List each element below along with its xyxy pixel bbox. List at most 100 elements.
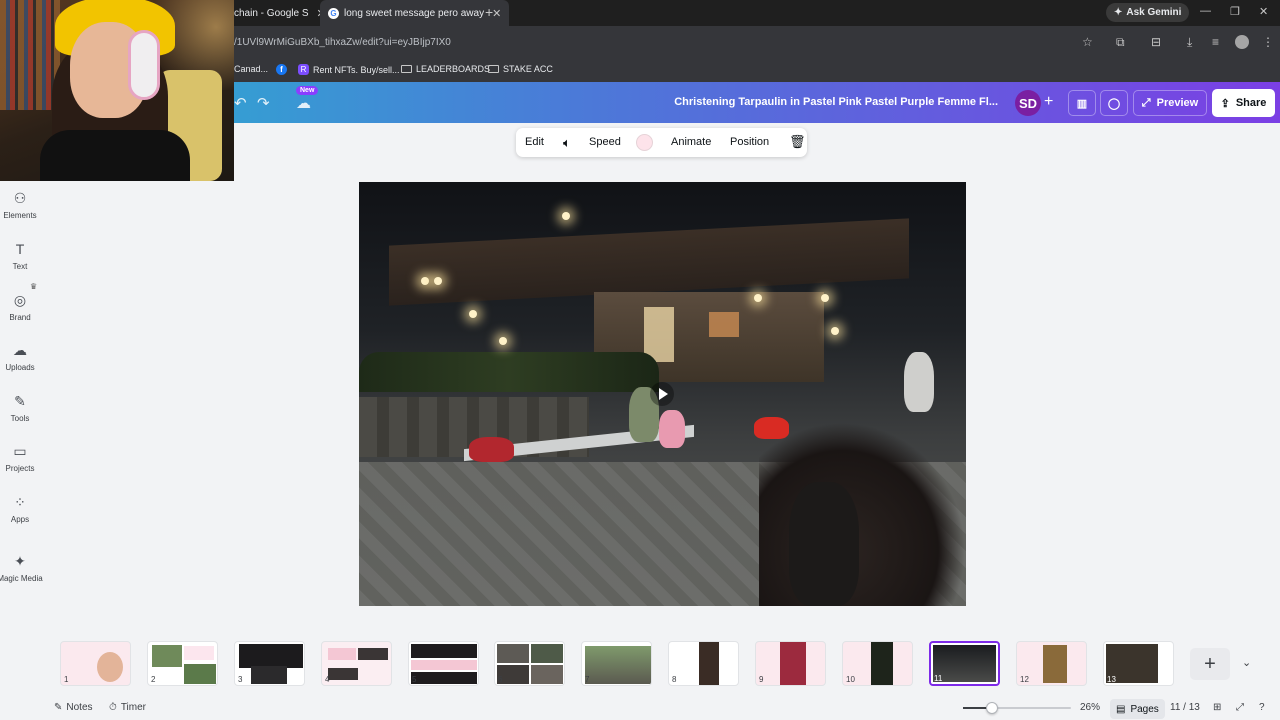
page-thumbnail[interactable]: 6 bbox=[494, 641, 565, 686]
page-thumbnail[interactable]: 9 bbox=[755, 641, 826, 686]
sidebar-item-magic-media[interactable]: ✦ Magic Media bbox=[0, 553, 44, 583]
page-thumbnail[interactable]: 2 bbox=[147, 641, 218, 686]
timer-label: Timer bbox=[120, 702, 146, 713]
uploads-icon: ☁ bbox=[13, 342, 27, 358]
page-number: 4 bbox=[325, 675, 330, 684]
position-button[interactable]: Position bbox=[730, 136, 769, 148]
page-number: 11 bbox=[934, 674, 943, 683]
insights-button[interactable]: ▥ bbox=[1068, 90, 1096, 116]
bookmark-folder[interactable]: STAKE ACC bbox=[488, 64, 553, 74]
folder-icon bbox=[401, 65, 412, 73]
bookmark-folder[interactable]: LEADERBOARDS bbox=[401, 64, 490, 74]
speaker-icon[interactable]: 🔈︎ bbox=[563, 135, 571, 151]
restore-icon[interactable]: ❐ bbox=[1230, 5, 1240, 18]
element-toolbar: Edit 🔈︎ Speed Animate Position 🗑︎ bbox=[516, 128, 807, 157]
video-red-boxes bbox=[754, 417, 789, 439]
pages-button[interactable]: ▤ Pages bbox=[1110, 699, 1165, 719]
page-thumbnail-active[interactable]: 11 bbox=[929, 641, 1000, 686]
profile-icon[interactable] bbox=[1235, 35, 1249, 49]
tab-title: chain - Google S bbox=[234, 7, 309, 19]
menu-icon[interactable]: ⋮ bbox=[1262, 35, 1274, 49]
notes-button[interactable]: ✎ Notes bbox=[54, 702, 93, 713]
page-thumbnail[interactable]: 4 bbox=[321, 641, 392, 686]
sidebar-item-uploads[interactable]: ☁ Uploads bbox=[0, 342, 40, 372]
user-avatar[interactable]: SD bbox=[1015, 90, 1041, 116]
play-button[interactable] bbox=[650, 382, 674, 406]
extension-icon[interactable]: ⧉ bbox=[1116, 35, 1125, 50]
thumb-content bbox=[328, 668, 358, 680]
page-thumbnail[interactable]: 10 bbox=[842, 641, 913, 686]
url-field[interactable]: /1UVl9WrMiGuBXb_tihxaZw/edit?ui=eyJBIjp7… bbox=[234, 37, 451, 48]
close-window-icon[interactable]: ✕ bbox=[1259, 5, 1268, 18]
page-thumbnail[interactable]: 7 bbox=[581, 641, 652, 686]
sidebar-item-text[interactable]: T Text bbox=[0, 241, 40, 271]
thumb-content bbox=[411, 660, 477, 670]
webcam-shirt bbox=[40, 130, 190, 181]
tab-search-icon[interactable]: ⊟ bbox=[1151, 35, 1161, 49]
bookmark-facebook[interactable]: f bbox=[276, 64, 287, 75]
color-swatch[interactable] bbox=[636, 134, 653, 151]
edit-button[interactable]: Edit bbox=[525, 136, 544, 148]
add-page-button[interactable]: + bbox=[1190, 648, 1230, 680]
share-button[interactable]: ⇪ Share bbox=[1212, 89, 1275, 117]
rent-nft-icon: R bbox=[298, 64, 309, 75]
folder-icon bbox=[488, 65, 499, 73]
thumb-content bbox=[358, 648, 388, 660]
fullscreen-icon[interactable]: ⤢ bbox=[1236, 702, 1244, 713]
timer-button[interactable]: ⏱︎ Timer bbox=[109, 702, 146, 713]
download-icon[interactable]: ⤓ bbox=[1187, 35, 1192, 50]
sidebar-item-label: Elements bbox=[3, 211, 37, 220]
document-title[interactable]: Christening Tarpaulin in Pastel Pink Pas… bbox=[600, 96, 998, 108]
star-icon[interactable]: ☆ bbox=[1082, 35, 1093, 49]
page-number: 8 bbox=[672, 675, 677, 684]
ask-gemini-button[interactable]: ✦ Ask Gemini bbox=[1106, 3, 1190, 22]
page-number: 1 bbox=[64, 675, 69, 684]
speed-button[interactable]: Speed bbox=[589, 136, 621, 148]
bookmark-item[interactable]: R Rent NFTs. Buy/sell... bbox=[298, 64, 400, 75]
sidebar-item-brand[interactable]: ◎ Brand bbox=[0, 292, 40, 322]
pages-label: Pages bbox=[1130, 703, 1159, 715]
google-icon: G bbox=[328, 7, 339, 19]
tab-title: long sweet message pero away bbox=[344, 7, 485, 19]
page-thumbnail[interactable]: 8 bbox=[668, 641, 739, 686]
chevron-down-icon[interactable]: ⌄ bbox=[1242, 656, 1251, 669]
help-icon[interactable]: ? bbox=[1259, 702, 1265, 713]
grid-view-icon[interactable]: ⊞ bbox=[1213, 702, 1221, 713]
cloud-save-icon[interactable]: ☁ bbox=[296, 94, 311, 112]
redo-icon[interactable]: ↷ bbox=[257, 94, 270, 112]
zoom-percent[interactable]: 26% bbox=[1080, 702, 1100, 713]
sidebar-item-tools[interactable]: ✎ Tools bbox=[0, 393, 40, 423]
trash-icon[interactable]: 🗑︎ bbox=[789, 134, 806, 150]
preview-button[interactable]: ⤢ Preview bbox=[1133, 90, 1207, 116]
expand-icon: ⤢ bbox=[1141, 96, 1151, 109]
page-number: 12 bbox=[1020, 675, 1029, 684]
browser-tab-active[interactable]: G long sweet message pero away ✕ bbox=[320, 0, 510, 26]
animate-button[interactable]: Animate bbox=[671, 136, 711, 148]
new-badge: New bbox=[296, 86, 319, 95]
sidebar-item-projects[interactable]: ▭ Projects bbox=[0, 443, 40, 473]
invite-plus-icon[interactable]: + bbox=[1044, 93, 1053, 111]
page-thumbnail[interactable]: 13 bbox=[1103, 641, 1174, 686]
bookmark-item[interactable]: Canad... bbox=[234, 64, 268, 74]
thumb-content bbox=[531, 665, 563, 684]
thumb-content bbox=[933, 645, 996, 682]
page-thumbnail[interactable]: 3 bbox=[234, 641, 305, 686]
page-number: 2 bbox=[151, 675, 156, 684]
page-thumbnail[interactable]: 12 bbox=[1016, 641, 1087, 686]
sidebar-item-elements[interactable]: ⚇ Elements bbox=[0, 190, 40, 220]
media-icon[interactable]: ≡ bbox=[1212, 35, 1219, 49]
close-tab-icon[interactable]: ✕ bbox=[492, 7, 501, 20]
browser-tab[interactable]: chain - Google S ✕ bbox=[234, 0, 326, 26]
minimize-icon[interactable]: — bbox=[1200, 5, 1211, 17]
thumb-content bbox=[184, 646, 214, 660]
comment-button[interactable]: ◯ bbox=[1100, 90, 1128, 116]
sidebar-item-label: Magic Media bbox=[0, 574, 43, 583]
page-thumbnail[interactable]: 1 bbox=[60, 641, 131, 686]
undo-icon[interactable]: ↶ bbox=[234, 94, 247, 112]
sidebar-item-apps[interactable]: ⁘ Apps bbox=[0, 494, 40, 524]
page-thumbnail[interactable]: 5 bbox=[408, 641, 479, 686]
zoom-slider-handle[interactable] bbox=[985, 702, 998, 714]
video-window bbox=[709, 312, 739, 337]
new-tab-button[interactable]: + bbox=[485, 4, 493, 20]
chart-icon: ▥ bbox=[1076, 97, 1088, 110]
